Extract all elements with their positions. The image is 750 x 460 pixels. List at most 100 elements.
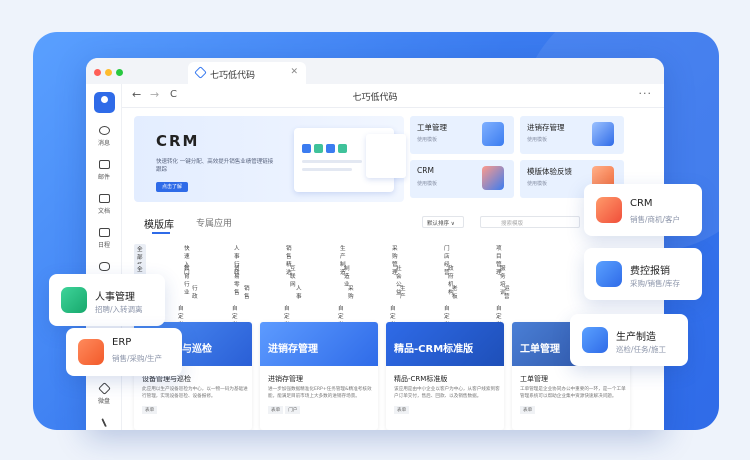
template-item[interactable]: 进销存管理 进销存管理 进一步加强数据精准化ERP+任务管理&精准考核效能，能满… xyxy=(260,322,378,430)
floating-card-expense[interactable]: 费控报销 采购/销售/库存 xyxy=(584,248,702,300)
float-title: 费控报销 xyxy=(630,266,670,277)
card-title: CRM xyxy=(417,166,434,175)
tag: 门户 xyxy=(285,406,301,414)
minimize-dot[interactable] xyxy=(105,69,112,76)
floating-card-erp[interactable]: ERP 销售/采购/生产 xyxy=(66,328,182,376)
chart-illustration xyxy=(366,134,406,178)
mail-icon xyxy=(98,160,110,169)
sidebar-item-apps[interactable]: 应用 xyxy=(86,417,122,430)
meeting-icon xyxy=(98,262,110,271)
sidebar-label: 日程 xyxy=(97,242,110,249)
calendar-icon xyxy=(98,228,110,237)
template-item[interactable]: 精品-CRM标准版 精品-CRM标准版 该应用是由中小企业以客户为中心，从客户线… xyxy=(386,322,504,430)
tab-title: 七巧低代码 xyxy=(210,71,256,81)
crm-icon xyxy=(596,197,622,223)
template-tags: 表单 xyxy=(394,406,411,414)
people-icon xyxy=(61,287,87,313)
avatar[interactable] xyxy=(94,92,115,113)
yen-icon xyxy=(596,261,622,287)
title-bar: 七巧低代码 ✕ xyxy=(86,58,664,84)
crm-icon xyxy=(482,166,504,190)
card-title: 工单管理 xyxy=(417,123,447,132)
card-subtitle: 使用模板 xyxy=(527,137,548,143)
filter-chip[interactable]: 互联网 xyxy=(290,264,296,288)
maximize-dot[interactable] xyxy=(116,69,123,76)
template-name: 工单管理 xyxy=(520,375,548,383)
hero-banner[interactable]: CRM 快速转化 一键分配、高效提升销售业绩管理链接跟踪 点击了解 xyxy=(134,116,406,202)
tab-exclusive-apps[interactable]: 专属应用 xyxy=(196,216,246,229)
erp-icon xyxy=(78,339,104,365)
inventory-icon xyxy=(592,122,614,146)
float-title: CRM xyxy=(630,198,653,209)
search-input[interactable]: 搜索模版 xyxy=(480,216,580,228)
sidebar: 消息 邮件 文档 日程 会议 微盘 应用 xyxy=(86,84,122,430)
stage: 七巧低代码 ✕ ← → C 七巧低代码 ··· 消息 邮件 文档 日程 会议 微… xyxy=(0,0,750,460)
template-card[interactable]: 工单管理 使用模板 xyxy=(410,116,514,154)
template-description: 此应用以生产设备巡检为中心，以一物一码为基础进行管理，实现设备巡检、设备报修。 xyxy=(142,387,248,399)
address-bar: ← → C 七巧低代码 ··· xyxy=(86,84,664,108)
filter-chip[interactable]: 人事 xyxy=(296,284,302,300)
app-logo-icon xyxy=(194,66,207,79)
filter-chip[interactable]: 销售 xyxy=(244,284,250,300)
float-subtitle: 销售/采购/生产 xyxy=(112,354,163,363)
sidebar-item-drive[interactable]: 微盘 xyxy=(86,382,122,405)
sort-dropdown[interactable]: 默认排序 ∨ xyxy=(422,216,464,228)
template-card[interactable]: CRM 使用模板 xyxy=(410,160,514,198)
sidebar-label: 微盘 xyxy=(97,398,110,405)
template-card[interactable]: 进销存管理 使用模板 xyxy=(520,116,624,154)
sidebar-item-docs[interactable]: 文档 xyxy=(86,194,122,215)
filter-chip[interactable]: 行政 xyxy=(192,284,198,300)
drive-icon xyxy=(97,382,111,395)
hero-description: 快速转化 一键分配、高效提升销售业绩管理链接跟踪 xyxy=(156,159,274,173)
browser-tab[interactable]: 七巧低代码 ✕ xyxy=(188,62,306,84)
float-subtitle: 巡检/任务/施工 xyxy=(616,345,667,354)
clipboard-icon xyxy=(582,327,608,353)
sidebar-label: 邮件 xyxy=(97,174,110,181)
float-title: 生产制造 xyxy=(616,332,656,343)
sidebar-item-mail[interactable]: 邮件 xyxy=(86,160,122,181)
floating-card-crm[interactable]: CRM 销售/商机/客户 xyxy=(584,184,702,236)
float-subtitle: 招聘/入转调离 xyxy=(95,305,143,314)
chat-icon xyxy=(98,126,110,135)
filter-chip[interactable]: 教育行业 xyxy=(184,264,190,296)
card-title: 进销存管理 xyxy=(527,123,565,132)
hero-button[interactable]: 点击了解 xyxy=(156,182,188,192)
template-description: 该应用是由中小企业以客户为中心，从客户线索到客户订单交付，售后、回款、以及销售数… xyxy=(394,387,500,399)
template-tags: 表单 xyxy=(142,406,159,414)
template-description: 工单管理是企业协同办公中重要的一环，是一个工单管理系统可以帮助企业集中资源快速解… xyxy=(520,387,626,399)
filter-chip[interactable]: 贸易零售 xyxy=(234,264,240,296)
floating-card-hr[interactable]: 人事管理 招聘/入转调离 xyxy=(49,274,165,326)
apps-icon xyxy=(100,417,108,428)
more-icon[interactable]: ··· xyxy=(639,87,653,100)
template-tags: 表单 xyxy=(520,406,537,414)
monitor-icon xyxy=(482,122,504,146)
filter-chip[interactable]: 老板 xyxy=(452,284,458,300)
card-subtitle: 使用模板 xyxy=(417,181,438,187)
card-subtitle: 使用模板 xyxy=(417,137,438,143)
float-title: 人事管理 xyxy=(95,292,135,303)
sidebar-item-calendar[interactable]: 日程 xyxy=(86,228,122,249)
template-name: 进销存管理 xyxy=(268,375,303,383)
card-subtitle: 使用模板 xyxy=(527,181,548,187)
tab-template-library[interactable]: 模版库 xyxy=(144,216,184,234)
sidebar-label: 消息 xyxy=(97,140,110,147)
sidebar-label: 文档 xyxy=(97,208,110,215)
close-tab-icon[interactable]: ✕ xyxy=(290,67,298,77)
floating-card-manufacturing[interactable]: 生产制造 巡检/任务/施工 xyxy=(570,314,688,366)
thumbnail-title: 进销存管理 xyxy=(268,344,318,355)
float-title: ERP xyxy=(112,337,132,348)
tag: 表单 xyxy=(520,406,536,414)
close-dot[interactable] xyxy=(94,69,101,76)
main-content: CRM 快速转化 一键分配、高效提升销售业绩管理链接跟踪 点击了解 工单管理 使… xyxy=(122,108,664,430)
tag: 表单 xyxy=(268,406,284,414)
card-title: 模版体验反馈 xyxy=(527,167,572,176)
sidebar-item-messages[interactable]: 消息 xyxy=(86,126,122,147)
filter-chip[interactable]: 采购 xyxy=(348,284,354,300)
filter-chip[interactable]: 生产 xyxy=(400,284,406,300)
tag: 表单 xyxy=(394,406,410,414)
float-subtitle: 采购/销售/库存 xyxy=(630,279,681,288)
template-tags: 表单 门户 xyxy=(268,406,302,414)
filter-chip[interactable]: 运营 xyxy=(504,284,510,300)
float-subtitle: 销售/商机/客户 xyxy=(630,215,681,224)
template-name: 精品-CRM标准版 xyxy=(394,375,448,383)
